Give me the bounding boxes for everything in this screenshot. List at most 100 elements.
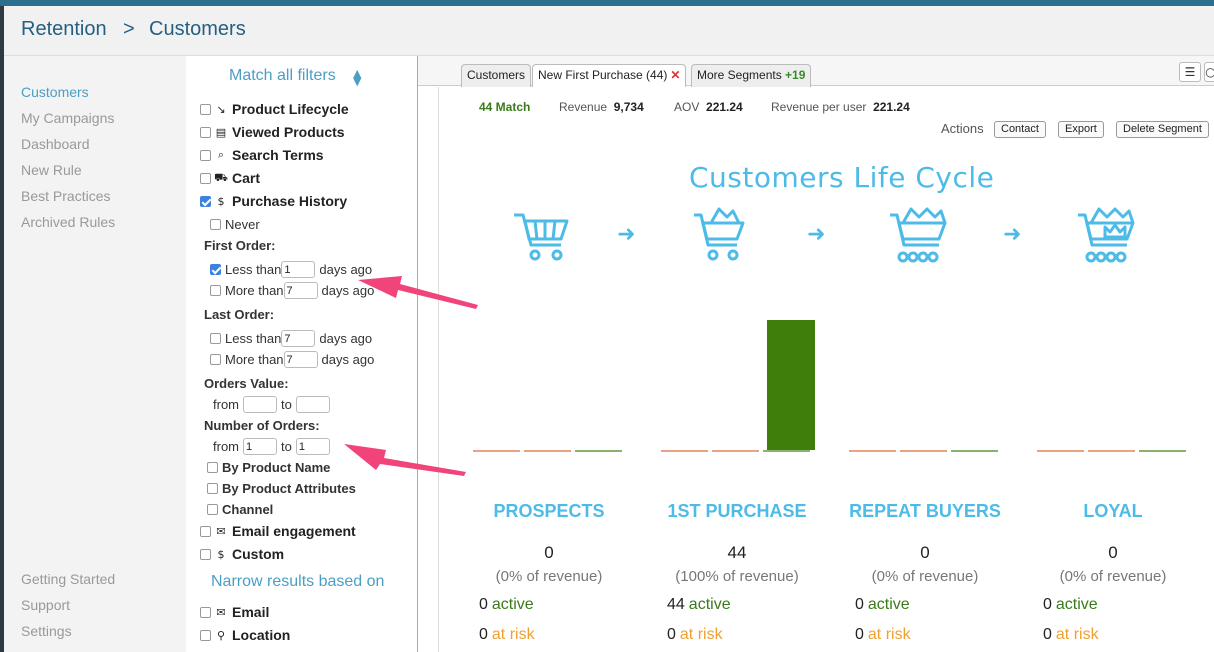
stage-active[interactable]: 0 active — [479, 596, 534, 614]
active-count: 44 — [667, 596, 685, 613]
num-orders-from-input[interactable] — [243, 438, 277, 455]
stage-title-first-purchase: 1ST PURCHASE — [667, 501, 807, 521]
revenue-value: 9,734 — [613, 100, 644, 114]
checkbox[interactable] — [200, 126, 211, 138]
dollar-icon: $ — [217, 194, 225, 208]
checkbox[interactable] — [210, 285, 221, 296]
stage-count: 0 — [1108, 543, 1118, 562]
first-order-less-than[interactable]: Less than days ago — [210, 261, 372, 278]
filter-cart[interactable]: ⛟ Cart — [200, 170, 260, 186]
filter-email-engagement[interactable]: ✉ Email engagement — [200, 523, 356, 539]
num-orders-to-input[interactable] — [295, 438, 330, 455]
filter-search-terms[interactable]: ⌕ Search Terms — [200, 147, 324, 163]
from-label: from — [213, 397, 239, 412]
filter-custom[interactable]: $ Custom — [200, 546, 284, 562]
orders-value-from-input[interactable] — [243, 396, 277, 413]
checkbox[interactable] — [200, 525, 211, 537]
list-icon: ☰ — [1184, 65, 1196, 79]
export-button[interactable]: Export — [1058, 121, 1104, 138]
tab-customers[interactable]: Customers — [461, 64, 532, 87]
checkbox[interactable] — [210, 354, 221, 365]
filter-label: Cart — [232, 170, 261, 186]
sidebar-item-settings[interactable]: Settings — [21, 623, 72, 639]
aov-value: 221.24 — [706, 100, 743, 114]
option-by-product-attributes[interactable]: By Product Attributes — [207, 481, 356, 496]
stage-active[interactable]: 44 active — [667, 596, 731, 614]
chart-baseline-segment — [951, 450, 998, 452]
option-label: Never — [225, 217, 260, 232]
list-view-button[interactable]: ☰ — [1179, 62, 1201, 82]
sidebar-item-customers[interactable]: Customers — [21, 84, 89, 100]
checkbox[interactable] — [207, 462, 218, 473]
chart-baseline-segment — [473, 450, 520, 452]
checkbox[interactable] — [207, 504, 218, 515]
breadcrumb-retention[interactable]: Retention — [21, 18, 107, 41]
stage-title-repeat-buyers: REPEAT BUYERS — [849, 501, 1001, 521]
chart-baseline-segment — [1139, 450, 1186, 452]
checkbox-checked[interactable] — [210, 264, 221, 275]
lifecycle-title: Customers Life Cycle — [689, 161, 995, 194]
stage-active[interactable]: 0 active — [855, 596, 910, 614]
filter-purchase-history[interactable]: $ Purchase History — [200, 193, 347, 209]
aov-stat: AOV 221.24 — [674, 100, 743, 114]
to-label: to — [281, 439, 292, 454]
tab-label: More Segments — [697, 68, 782, 82]
filter-viewed-products[interactable]: ▤ Viewed Products — [200, 124, 345, 140]
checkbox[interactable] — [200, 149, 211, 161]
orders-value-to-input[interactable] — [295, 396, 330, 413]
checkbox[interactable] — [200, 548, 211, 560]
checkbox[interactable] — [200, 629, 211, 641]
match-filters-title[interactable]: Match all filters — [229, 67, 336, 85]
checkbox[interactable] — [210, 219, 221, 230]
active-label: active — [867, 596, 910, 613]
delete-segment-button[interactable]: Delete Segment — [1116, 121, 1209, 138]
filter-product-lifecycle[interactable]: ↘ Product Lifecycle — [200, 101, 349, 117]
option-by-product-name[interactable]: By Product Name — [207, 460, 330, 475]
option-channel[interactable]: Channel — [207, 502, 273, 517]
stage-at-risk[interactable]: 0 at risk — [1043, 626, 1099, 644]
sidebar-item-dashboard[interactable]: Dashboard — [21, 136, 90, 152]
sidebar-item-new-rule[interactable]: New Rule — [21, 162, 82, 178]
option-suffix: days ago — [321, 283, 375, 298]
option-suffix: days ago — [321, 352, 375, 367]
narrow-location[interactable]: ⚲ Location — [200, 627, 290, 643]
lifecycle-bar-chart — [473, 320, 1186, 452]
sort-updown-icon[interactable]: ▲ ▼ — [353, 68, 361, 87]
stage-revenue-pct: (0% of revenue) — [495, 568, 603, 585]
last-order-less-input[interactable] — [281, 330, 316, 347]
sidebar-item-getting-started[interactable]: Getting Started — [21, 571, 115, 587]
tab-label: New First Purchase (44) — [538, 68, 668, 82]
tab-new-first-purchase[interactable]: New First Purchase (44) ✕ — [532, 64, 687, 88]
first-order-more-input[interactable] — [283, 282, 318, 299]
tab-more-segments[interactable]: More Segments +19 — [691, 64, 812, 87]
checkbox[interactable] — [207, 483, 218, 494]
last-order-more-input[interactable] — [283, 351, 318, 368]
sidebar-item-best-practices[interactable]: Best Practices — [21, 188, 110, 204]
checkbox[interactable] — [200, 172, 211, 184]
stage-at-risk[interactable]: 0 at risk — [855, 626, 911, 644]
narrow-email[interactable]: ✉ Email — [200, 604, 269, 620]
option-label: By Product Name — [222, 460, 331, 475]
checkbox-checked[interactable] — [200, 195, 211, 207]
lightbulb-button[interactable]: ○ — [1204, 62, 1214, 82]
stage-at-risk[interactable]: 0 at risk — [667, 626, 723, 644]
last-order-less-than[interactable]: Less than days ago — [210, 330, 372, 347]
sidebar-item-my-campaigns[interactable]: My Campaigns — [21, 110, 114, 126]
option-never[interactable]: Never — [210, 217, 260, 232]
chart-baseline-segment — [763, 450, 810, 452]
close-icon[interactable]: ✕ — [670, 68, 680, 82]
stage-at-risk[interactable]: 0 at risk — [479, 626, 535, 644]
last-order-more-than[interactable]: More than days ago — [210, 351, 374, 368]
first-order-more-than[interactable]: More than days ago — [210, 282, 374, 299]
checkbox[interactable] — [200, 103, 211, 115]
checkbox[interactable] — [210, 333, 221, 344]
active-count: 0 — [1043, 596, 1052, 613]
contact-button[interactable]: Contact — [994, 121, 1046, 138]
checkbox[interactable] — [200, 606, 211, 618]
risk-label: at risk — [867, 626, 911, 643]
stage-active[interactable]: 0 active — [1043, 596, 1098, 614]
sidebar-item-archived-rules[interactable]: Archived Rules — [21, 214, 115, 230]
first-order-less-input[interactable] — [281, 261, 316, 278]
sidebar-item-support[interactable]: Support — [21, 597, 70, 613]
breadcrumb-customers[interactable]: Customers — [149, 18, 246, 41]
